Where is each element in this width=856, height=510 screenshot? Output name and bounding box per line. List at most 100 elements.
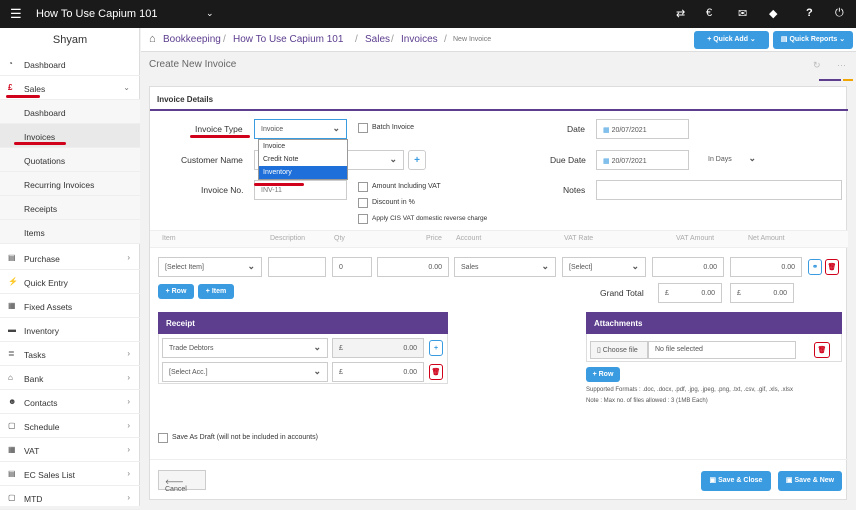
vat-amount-field[interactable]: 0.00 [652, 257, 724, 277]
sidebar-sub-quotations[interactable]: Quotations [0, 148, 140, 172]
cancel-button[interactable]: 🡐 Cancel [158, 470, 206, 493]
quick-add-button[interactable]: + Quick Add ⌄ [694, 31, 769, 49]
refresh-icon[interactable]: ↻ [813, 60, 821, 71]
currency-icon[interactable]: € [706, 7, 712, 19]
hamburger-icon[interactable]: ☰ [10, 6, 22, 22]
col-account: Account [456, 235, 482, 242]
receipt-account-select-2[interactable]: [Select Acc.] ⌄ [162, 362, 328, 382]
sidebar-item-inventory[interactable]: ▬ Inventory [0, 318, 140, 342]
add-item-button[interactable]: + Item [198, 284, 234, 299]
chevron-right-icon: › [127, 349, 130, 358]
invoices-highlight [14, 142, 66, 145]
sidebar-sub-recurring[interactable]: Recurring Invoices [0, 172, 140, 196]
link-icon[interactable]: ⚭ [808, 259, 822, 275]
supported-formats: Supported Formats : .doc, .docx, .pdf, .… [586, 387, 793, 393]
breadcrumb-company[interactable]: How To Use Capium 101 [233, 34, 343, 45]
dropdown-option-inventory[interactable]: Inventory [259, 166, 347, 179]
date-label: Date [567, 124, 585, 134]
add-customer-button[interactable]: + [408, 150, 426, 170]
sidebar-item-fixed-assets[interactable]: ▦ Fixed Assets [0, 294, 140, 318]
due-date-field[interactable]: ▦ 20/07/2021 [596, 150, 689, 170]
add-receipt-button[interactable]: + [429, 340, 443, 356]
sidebar-item-tasks[interactable]: ≣ Tasks › [0, 342, 140, 366]
sidebar-item-bank[interactable]: ⌂ Bank › [0, 366, 140, 390]
due-terms-select[interactable]: In Days ⌄ [702, 150, 758, 170]
net-amount-field[interactable]: 0.00 [730, 257, 802, 277]
sidebar-item-dashboard[interactable]: ◔ Dashboard [0, 52, 140, 76]
add-attachment-row-button[interactable]: + Row [586, 367, 620, 382]
truck-icon: ▬ [8, 325, 16, 334]
chevron-down-icon[interactable]: ⌄ [206, 8, 214, 19]
customer-name-label: Customer Name [181, 155, 243, 165]
receipt-account-select[interactable]: Trade Debtors ⌄ [162, 338, 328, 358]
sidebar-sub-receipts[interactable]: Receipts [0, 196, 140, 220]
sidebar-item-contacts[interactable]: ☻ Contacts › [0, 390, 140, 414]
more-icon[interactable]: ⋯ [837, 60, 846, 71]
calendar-icon: ▢ [8, 493, 16, 502]
dropdown-option-credit-note[interactable]: Credit Note [259, 153, 347, 166]
breadcrumb-sep: / [223, 34, 226, 45]
breadcrumb-bookkeeping[interactable]: Bookkeeping [163, 34, 221, 45]
sidebar: Shyam ◔ Dashboard £ Sales ⌄ Dashboard In… [0, 28, 140, 510]
save-new-button[interactable]: ▣ Save & New [778, 471, 842, 491]
section-title: Invoice Details [157, 95, 214, 104]
sidebar-item-vat[interactable]: ▦ VAT › [0, 438, 140, 462]
discount-checkbox[interactable] [358, 198, 368, 208]
date-field[interactable]: ▦ 20/07/2021 [596, 119, 689, 139]
transfer-icon[interactable]: ⇄ [676, 7, 685, 20]
invoice-type-select[interactable]: Invoice ⌄ [254, 119, 347, 139]
save-close-button[interactable]: ▣ Save & Close [701, 471, 771, 491]
calendar-icon: ▦ [603, 158, 612, 165]
sidebar-sub-items[interactable]: Items [0, 220, 140, 244]
choose-file-button[interactable]: ▯ Choose file [590, 341, 648, 359]
notes-field[interactable] [596, 180, 842, 200]
delete-attachment-button[interactable]: 🗑 [814, 342, 830, 358]
trash-icon[interactable]: 🗑 [825, 259, 839, 275]
power-icon[interactable]: ⏻ [835, 7, 844, 20]
quick-reports-button[interactable]: ▤ Quick Reports ⌄ [773, 31, 853, 49]
account-select[interactable]: Sales ⌄ [454, 257, 556, 277]
save-as-draft-checkbox[interactable] [158, 433, 168, 443]
receipt-header: Receipt [158, 312, 448, 334]
tag-icon[interactable]: ◆ [769, 7, 777, 20]
delete-receipt-button[interactable]: 🗑 [429, 364, 443, 380]
page-title: Create New Invoice [149, 59, 237, 70]
item-select[interactable]: [Select Item] ⌄ [158, 257, 262, 277]
receipt-amount-field-2[interactable]: £0.00 [332, 362, 424, 382]
description-field[interactable] [268, 257, 326, 277]
help-icon[interactable]: ? [806, 7, 813, 19]
home-icon[interactable]: ⌂ [149, 33, 156, 45]
grand-net-field: £0.00 [730, 283, 794, 303]
company-name[interactable]: How To Use Capium 101 [36, 8, 157, 20]
breadcrumb-sales[interactable]: Sales [365, 34, 390, 45]
vat-rate-select[interactable]: [Select] ⌄ [562, 257, 646, 277]
attachments-header: Attachments [586, 312, 842, 334]
chevron-down-icon: ⌄ [123, 83, 130, 92]
col-price: Price [426, 235, 442, 242]
sidebar-item-ec-sales[interactable]: ▤ EC Sales List › [0, 462, 140, 486]
sidebar-item-schedule[interactable]: ▢ Schedule › [0, 414, 140, 438]
add-row-button[interactable]: + Row [158, 284, 194, 299]
users-icon: ☻ [8, 397, 17, 406]
receipt-amount-field[interactable]: £0.00 [332, 338, 424, 358]
megaphone-icon[interactable]: ✉ [738, 7, 747, 20]
pound-icon: £ [8, 83, 13, 92]
batch-invoice-checkbox[interactable] [358, 123, 368, 133]
discount-label: Discount in % [372, 199, 415, 206]
sidebar-sub-dashboard[interactable]: Dashboard [0, 100, 140, 124]
amount-incl-vat-checkbox[interactable] [358, 182, 368, 192]
sidebar-item-mtd[interactable]: ▢ MTD › [0, 486, 140, 510]
sales-highlight [6, 95, 40, 98]
sidebar-item-purchase[interactable]: ▤ Purchase › [0, 246, 140, 270]
price-field[interactable]: 0.00 [377, 257, 449, 277]
sidebar-item-quick-entry[interactable]: ⚡ Quick Entry [0, 270, 140, 294]
breadcrumb-invoices[interactable]: Invoices [401, 34, 438, 45]
grand-total-label: Grand Total [600, 288, 644, 298]
invoice-type-dropdown: Invoice Credit Note Inventory [258, 139, 348, 180]
vat-icon: ▦ [8, 445, 16, 454]
dropdown-option-invoice[interactable]: Invoice [259, 140, 347, 153]
cis-vat-checkbox[interactable] [358, 214, 368, 224]
chevron-down-icon: ⌄ [332, 123, 340, 133]
user-name: Shyam [52, 34, 88, 46]
qty-field[interactable]: 0 [332, 257, 372, 277]
